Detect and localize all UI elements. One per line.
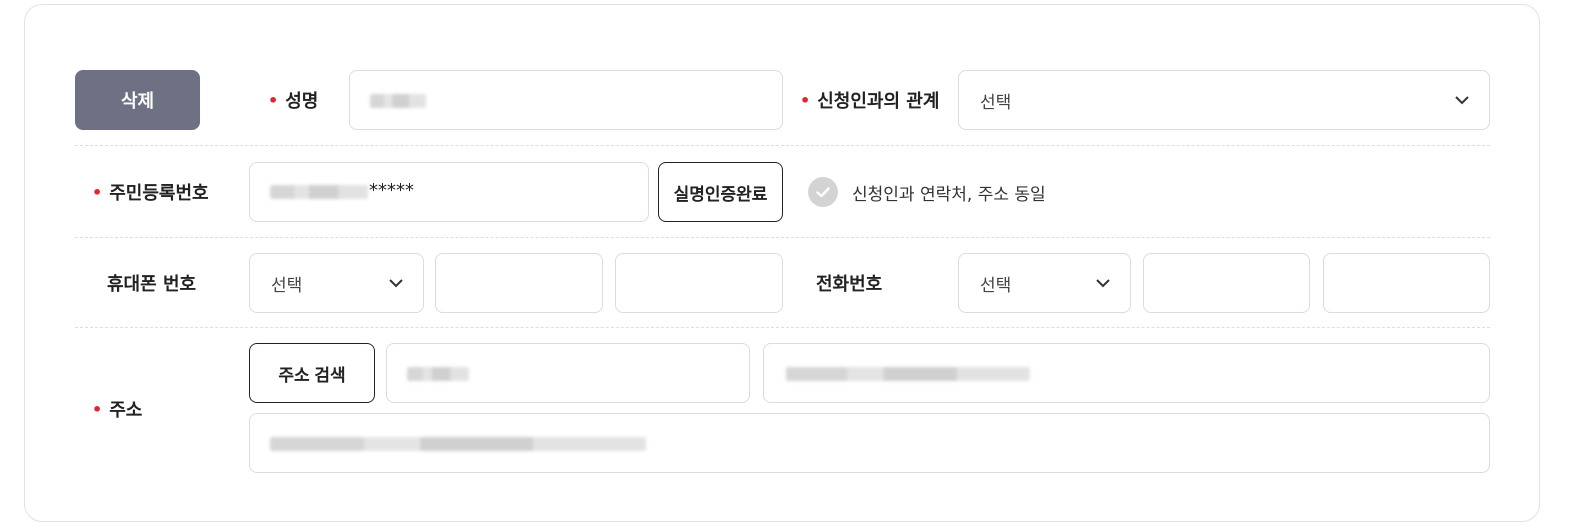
phone-middle-input[interactable] bbox=[1143, 253, 1310, 313]
phone-prefix-select[interactable]: 선택 bbox=[958, 253, 1131, 313]
zipcode-input[interactable] bbox=[386, 343, 750, 403]
real-name-verified-button[interactable]: 실명인증완료 bbox=[658, 162, 783, 222]
mobile-middle-input[interactable] bbox=[435, 253, 603, 313]
address-label: 주소 bbox=[92, 395, 142, 423]
address-search-button[interactable]: 주소 검색 bbox=[249, 343, 375, 403]
check-circle-icon bbox=[808, 177, 838, 207]
name-value-redacted bbox=[370, 94, 426, 108]
name-input[interactable] bbox=[349, 70, 783, 130]
rrn-masked-suffix: ***** bbox=[369, 180, 414, 201]
phone-last-input[interactable] bbox=[1323, 253, 1490, 313]
chevron-down-icon bbox=[1455, 96, 1469, 105]
phone-label: 전화번호 bbox=[816, 274, 883, 295]
chevron-down-icon bbox=[1096, 279, 1110, 288]
name-label: 성명 bbox=[268, 86, 318, 114]
address2-value-redacted bbox=[270, 437, 646, 451]
address1-input[interactable] bbox=[763, 343, 1490, 403]
rrn-value-redacted bbox=[270, 185, 368, 199]
mobile-prefix-select[interactable]: 선택 bbox=[249, 253, 424, 313]
address2-input[interactable] bbox=[249, 413, 1490, 473]
same-as-applicant-checkbox[interactable]: 신청인과 연락처, 주소 동일 bbox=[808, 177, 1046, 207]
delete-button[interactable]: 삭제 bbox=[75, 70, 200, 130]
mobile-last-input[interactable] bbox=[615, 253, 783, 313]
relation-select-value: 선택 bbox=[980, 92, 1012, 113]
mobile-label: 휴대폰 번호 bbox=[107, 274, 197, 295]
phone-prefix-value: 선택 bbox=[980, 275, 1012, 296]
same-as-applicant-label: 신청인과 연락처, 주소 동일 bbox=[852, 184, 1046, 205]
mobile-prefix-value: 선택 bbox=[271, 275, 303, 296]
relation-label: 신청인과의 관계 bbox=[800, 86, 939, 114]
row-divider bbox=[75, 327, 1490, 328]
row-divider bbox=[75, 237, 1490, 238]
zipcode-value-redacted bbox=[407, 367, 469, 381]
rrn-input[interactable]: ***** bbox=[249, 162, 649, 222]
row-divider bbox=[75, 145, 1490, 146]
address1-value-redacted bbox=[786, 367, 1030, 381]
chevron-down-icon bbox=[389, 279, 403, 288]
relation-select[interactable]: 선택 bbox=[958, 70, 1490, 130]
rrn-label: 주민등록번호 bbox=[92, 178, 208, 206]
